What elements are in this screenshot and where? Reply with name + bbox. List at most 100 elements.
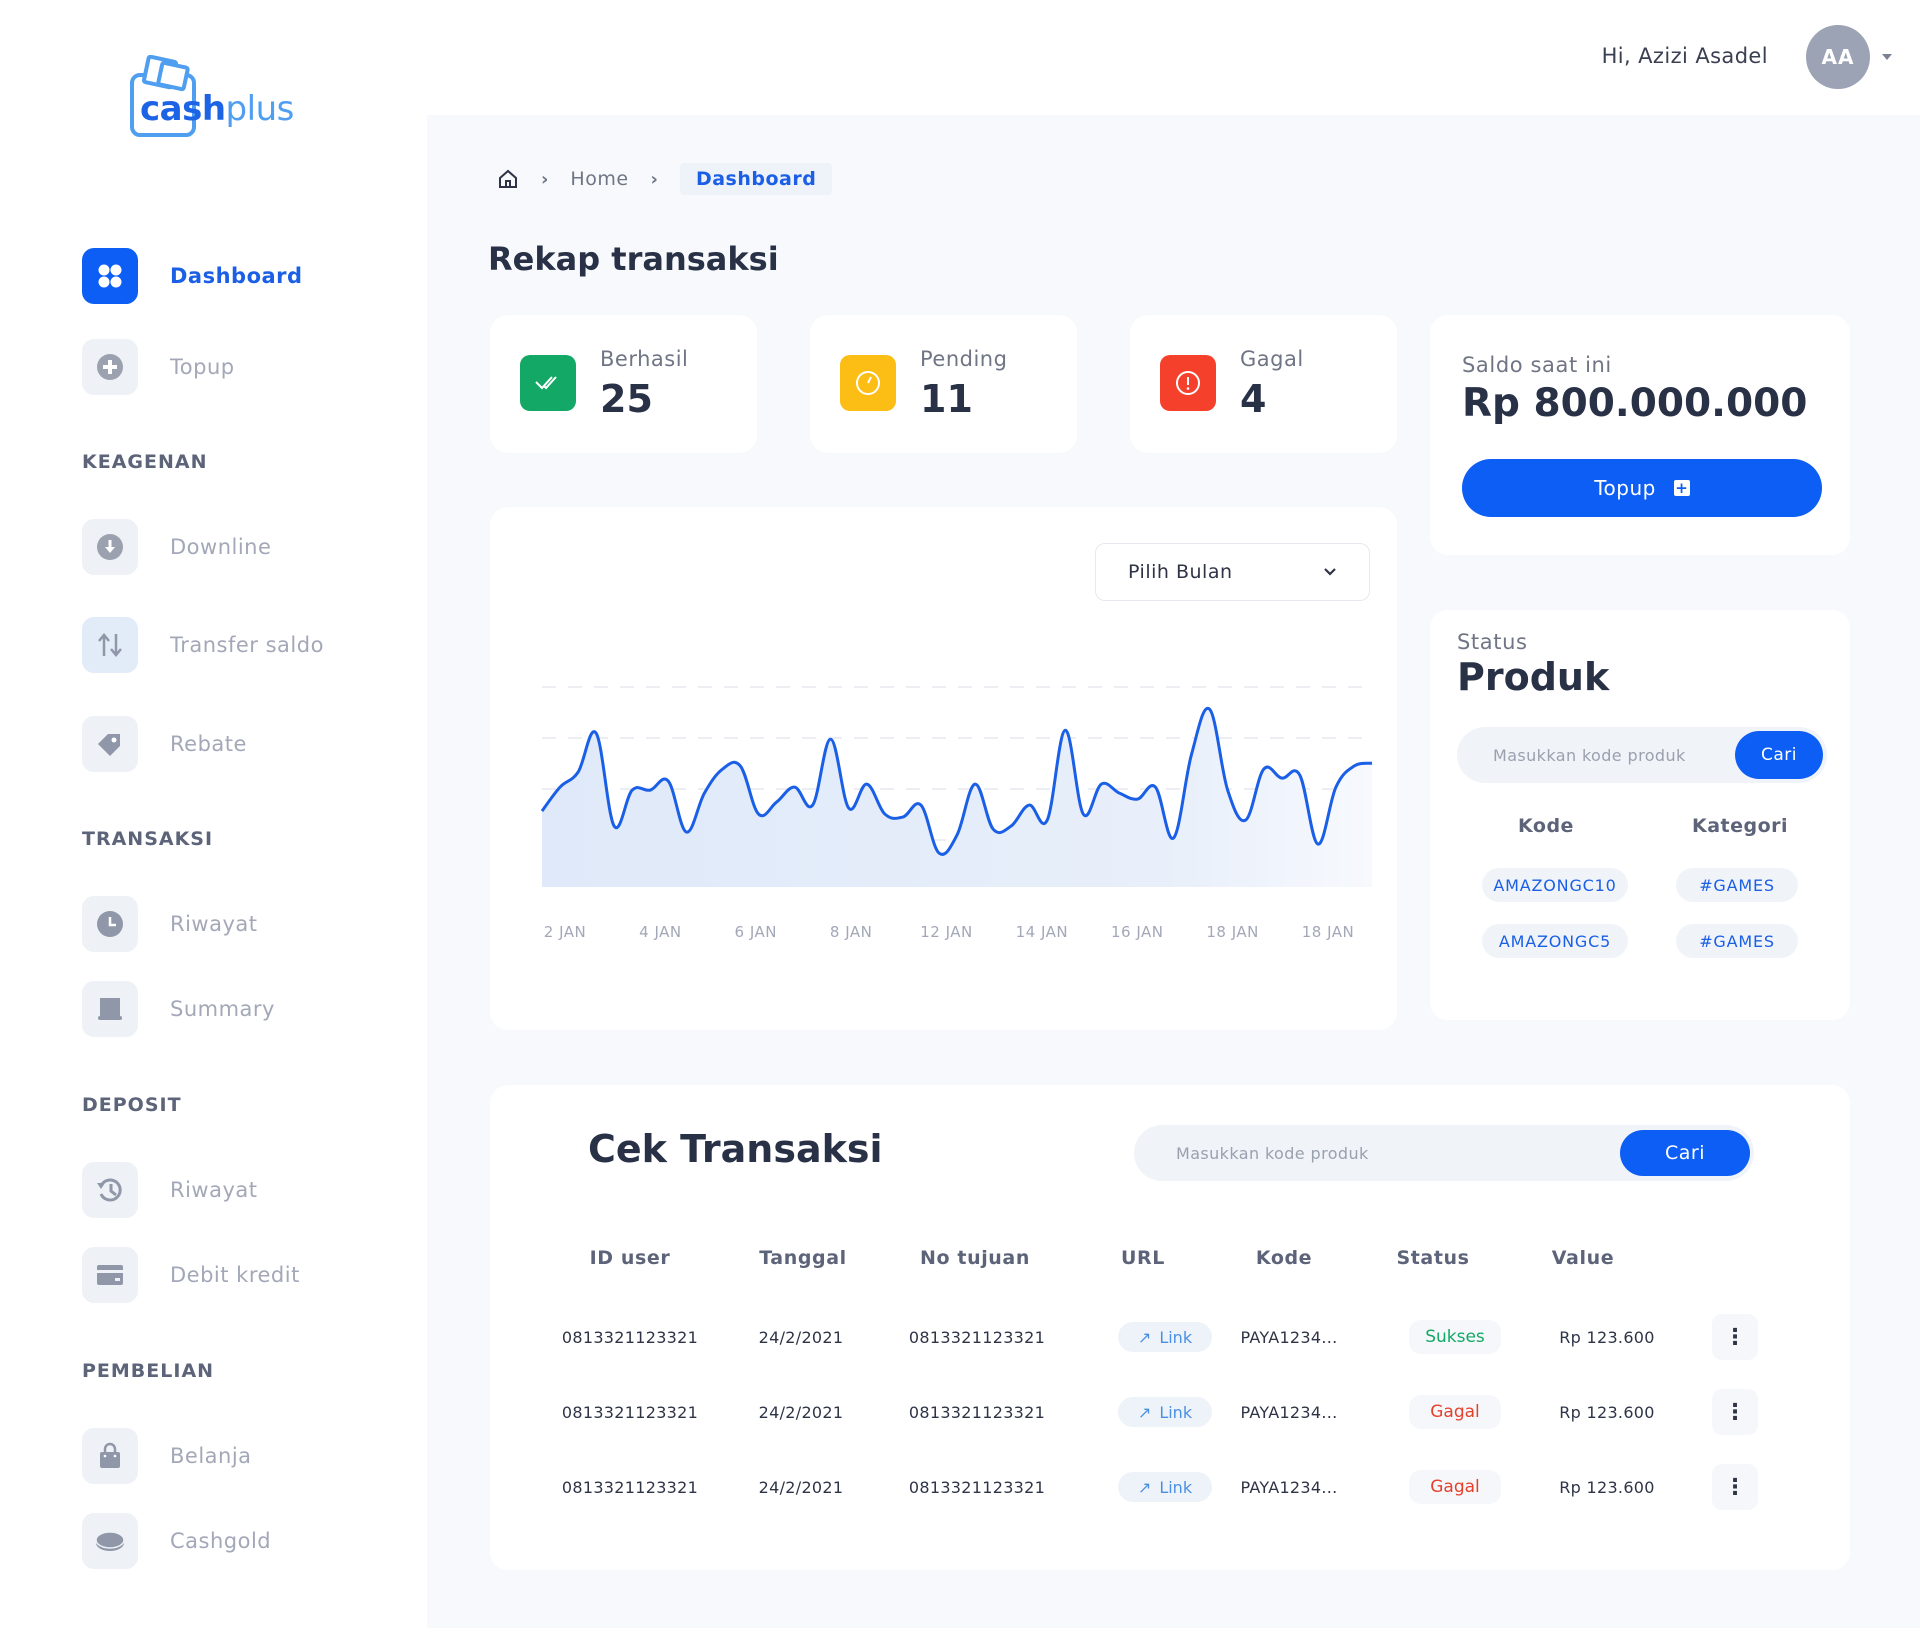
cell-kode: PAYA1234... — [1240, 1403, 1338, 1422]
logo-text: cashplus — [140, 89, 294, 129]
sidebar-item-topup[interactable]: Topup — [82, 339, 235, 395]
chart-data-point — [1244, 818, 1248, 822]
cell-kode: PAYA1234... — [1240, 1478, 1338, 1497]
chart-data-point — [1190, 752, 1194, 756]
stat-value: 25 — [600, 377, 653, 421]
breadcrumb-home[interactable]: Home — [570, 168, 628, 190]
receipt-icon — [82, 981, 138, 1037]
avatar[interactable]: AA — [1806, 25, 1870, 89]
chart-data-point — [648, 788, 652, 792]
produk-search-input[interactable] — [1493, 745, 1713, 765]
sidebar-item-label: Belanja — [170, 1444, 252, 1468]
more-vertical-icon[interactable]: ⋮ — [1712, 1464, 1758, 1510]
double-check-icon — [520, 355, 576, 411]
stat-label: Berhasil — [600, 347, 689, 371]
transaksi-search-input[interactable] — [1176, 1143, 1576, 1163]
section-title-transaksi: TRANSAKSI — [82, 828, 214, 850]
chart-data-point — [793, 785, 797, 789]
sidebar-item-belanja[interactable]: Belanja — [82, 1428, 252, 1484]
stat-label: Gagal — [1240, 347, 1304, 371]
chart-data-point — [1063, 728, 1067, 732]
chart-data-point — [1352, 764, 1356, 768]
produk-kategori-chip[interactable]: #GAMES — [1676, 868, 1798, 902]
url-link[interactable]: ↗ Link — [1118, 1397, 1212, 1427]
column-header-kode[interactable]: Kode — [1204, 1247, 1364, 1269]
produk-search-button[interactable]: Cari — [1735, 731, 1823, 779]
chart-data-point — [594, 731, 598, 735]
x-tick-label: 14 JAN — [1016, 923, 1069, 941]
transaksi-search-button[interactable]: Cari — [1620, 1130, 1750, 1176]
produk-kode-chip[interactable]: AMAZONGC10 — [1482, 868, 1628, 902]
chart-data-point — [1153, 785, 1157, 789]
sidebar-item-riwayat-transaksi[interactable]: Riwayat — [82, 896, 258, 952]
sidebar-item-label: Riwayat — [170, 1178, 258, 1202]
card-icon — [82, 1247, 138, 1303]
column-header-no-tujuan[interactable]: No tujuan — [895, 1247, 1055, 1269]
produk-kategori-chip[interactable]: #GAMES — [1676, 924, 1798, 958]
chart-data-point — [1298, 773, 1302, 777]
history-icon — [82, 1162, 138, 1218]
sidebar-item-riwayat-deposit[interactable]: Riwayat — [82, 1162, 258, 1218]
coin-icon — [82, 1513, 138, 1569]
shopping-bag-icon — [82, 1428, 138, 1484]
stat-value: 11 — [920, 377, 973, 421]
chart-data-point — [1099, 782, 1103, 786]
transaksi-search: Cari — [1134, 1125, 1754, 1181]
timer-icon — [840, 355, 896, 411]
plus-square-icon: + — [1673, 479, 1690, 497]
section-title-deposit: DEPOSIT — [82, 1094, 182, 1116]
sidebar-item-summary[interactable]: Summary — [82, 981, 275, 1037]
chart-data-point — [955, 833, 959, 837]
column-header-id-user[interactable]: ID user — [550, 1247, 710, 1269]
logo-text-cash: cash — [140, 89, 226, 129]
sidebar-item-rebate[interactable]: Rebate — [82, 716, 247, 772]
stat-card-berhasil: Berhasil 25 — [490, 315, 757, 453]
chart-data-point — [1280, 776, 1284, 780]
topup-button[interactable]: Topup + — [1462, 459, 1822, 517]
chart-data-point — [1316, 842, 1320, 846]
column-header-tanggal[interactable]: Tanggal — [723, 1247, 883, 1269]
cell-value: Rp 123.600 — [1559, 1478, 1655, 1497]
tag-icon — [82, 716, 138, 772]
status-badge: Sukses — [1409, 1320, 1501, 1354]
chart-data-point — [829, 737, 833, 741]
sidebar-item-downline[interactable]: Downline — [82, 519, 271, 575]
url-link[interactable]: ↗ Link — [1118, 1322, 1212, 1352]
cell-no-tujuan: 0813321123321 — [908, 1403, 1046, 1422]
url-link[interactable]: ↗ Link — [1118, 1472, 1212, 1502]
column-header-status[interactable]: Status — [1353, 1247, 1513, 1269]
chart-data-point — [1226, 788, 1230, 792]
home-icon[interactable] — [497, 168, 519, 190]
sidebar-item-debit-kredit[interactable]: Debit kredit — [82, 1247, 300, 1303]
chevron-right-icon: › — [541, 168, 549, 190]
produk-kode-chip[interactable]: AMAZONGC5 — [1482, 924, 1628, 958]
chart-data-point — [811, 803, 815, 807]
chart-data-point — [738, 764, 742, 768]
cashplus-logo[interactable]: cashplus — [128, 55, 308, 139]
user-greeting: Hi, Azizi Asadel — [1601, 44, 1768, 68]
chart-data-point — [865, 782, 869, 786]
chart-data-point — [666, 779, 670, 783]
cell-id-user: 0813321123321 — [561, 1403, 699, 1422]
sidebar-item-dashboard[interactable]: Dashboard — [82, 248, 303, 304]
chart-data-point — [775, 800, 779, 804]
cell-kode: PAYA1234... — [1240, 1328, 1338, 1347]
sidebar-item-label: Riwayat — [170, 912, 258, 936]
stat-value: 4 — [1240, 377, 1267, 421]
sidebar-item-cashgold[interactable]: Cashgold — [82, 1513, 271, 1569]
more-vertical-icon[interactable]: ⋮ — [1712, 1389, 1758, 1435]
section-title-keagenan: KEAGENAN — [82, 451, 208, 473]
column-header-url[interactable]: URL — [1063, 1247, 1223, 1269]
chart-data-point — [901, 815, 905, 819]
chart-data-point — [1081, 812, 1085, 816]
sidebar-item-label: Transfer saldo — [170, 633, 324, 657]
chart-data-point — [973, 782, 977, 786]
caret-down-icon[interactable] — [1882, 54, 1892, 60]
arrow-up-right-icon: ↗ — [1137, 1402, 1152, 1422]
alert-circle-icon — [1160, 355, 1216, 411]
column-header-value[interactable]: Value — [1503, 1247, 1663, 1269]
cek-transaksi-card: Cek Transaksi Cari ID user Tanggal No tu… — [490, 1085, 1850, 1570]
more-vertical-icon[interactable]: ⋮ — [1712, 1314, 1758, 1360]
sidebar-item-transfer-saldo[interactable]: Transfer saldo — [82, 617, 324, 673]
cell-tanggal: 24/2/2021 — [758, 1403, 844, 1422]
